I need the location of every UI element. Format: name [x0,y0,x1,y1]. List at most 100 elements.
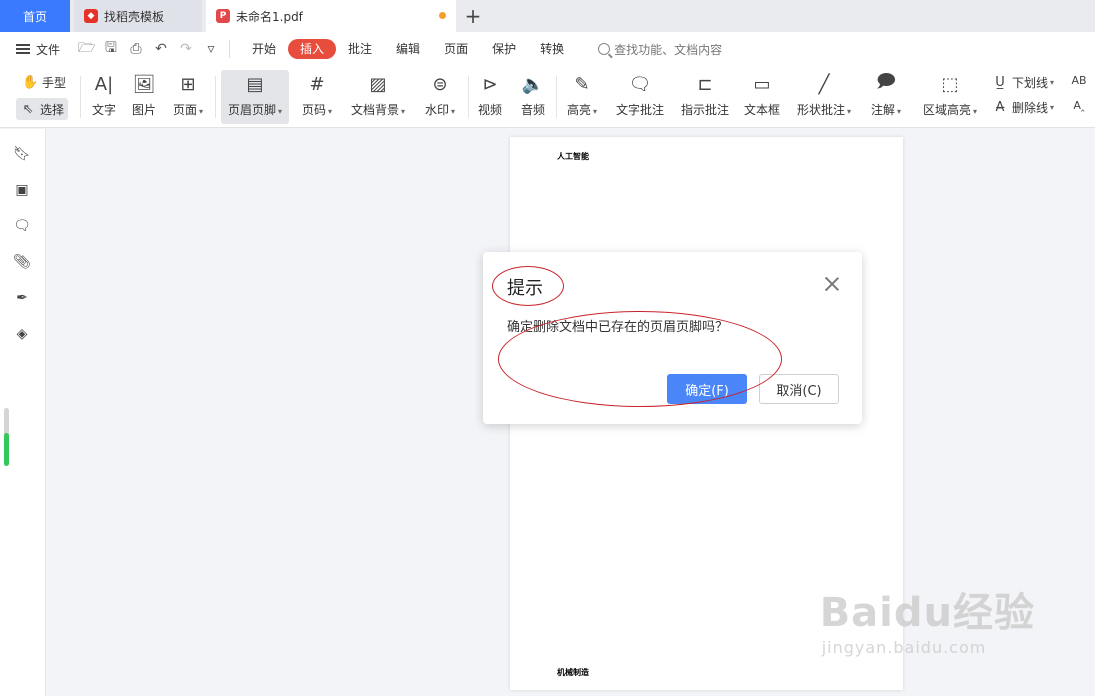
chevron-down-icon: ▾ [1050,103,1055,112]
area-highlight-label: 区域高亮 ▾ [923,102,977,120]
insert-text-button[interactable]: A| 文字 [90,70,118,124]
sidebar-scrollbar-thumb[interactable] [4,433,9,466]
chevron-down-icon: ▾ [897,107,902,116]
search-input[interactable]: 查找功能、文档内容 [598,41,722,58]
open-folder-icon[interactable]: 🗁 [78,37,95,61]
select-tool-button[interactable]: ⇖ 选择 [16,98,69,120]
line-shape-icon: ╱ [818,73,830,95]
area-highlight-icon: ⬚ [941,73,959,95]
insert-text-mark-button[interactable]: A‸ [1071,99,1091,112]
layers-icon[interactable]: ◈ [13,325,31,343]
customize-chevron-down-icon[interactable]: ▿ [203,41,219,57]
insert-page-button[interactable]: ⊞ 页面 ▾ [168,70,208,124]
hand-tool-label: 手型 [42,75,67,90]
strikethrough-label: 删除线 [1012,101,1049,115]
annotation-button[interactable]: 🗩 注解 ▾ [867,70,905,124]
thumbnail-image-icon[interactable]: ▣ [13,181,31,199]
document-background-label: 文档背景 ▾ [351,102,405,120]
undo-icon[interactable]: ↶ [153,41,169,57]
tab-template[interactable]: ◆ 找稻壳模板 [74,0,202,32]
strikethrough-icon: A̶ [995,100,1005,115]
menu-tab-page[interactable]: 页面 [432,39,480,59]
chevron-down-icon: ▾ [1050,78,1055,87]
insert-video-button[interactable]: ⊳ 视频 [476,70,504,124]
highlight-button[interactable]: ✎ 高亮 ▾ [563,70,601,124]
tab-home-label: 首页 [22,9,47,24]
menu-tab-insert[interactable]: 插入 [288,39,337,59]
hand-icon: ✋ [22,74,39,90]
select-tool-label: 选择 [40,102,65,117]
menu-divider [229,40,230,58]
file-menu-button[interactable]: 文件 [0,41,72,58]
bookmark-icon[interactable]: 🔖︎ [13,145,31,163]
text-icon: A| [94,73,114,95]
comment-icon[interactable]: 🗨 [13,217,31,235]
cancel-button[interactable]: 取消(C) [759,374,839,404]
menu-tab-start[interactable]: 开始 [240,39,288,59]
area-highlight-text: 区域高亮 [922,103,971,117]
pointer-comment-button[interactable]: ⊏ 指示批注 [679,70,731,124]
shape-comment-label: 形状批注 ▾ [797,102,851,120]
background-icon: ▨ [369,73,387,95]
hand-tool-button[interactable]: ✋ 手型 [20,73,68,91]
shape-comment-text: 形状批注 [796,103,845,117]
watermark-sub-text: jingyan.baidu.com [821,638,987,657]
ribbon-divider [215,76,216,118]
page-number-button[interactable]: # 页码 ▾ [296,70,338,124]
underline-icon: U̲ [995,75,1005,90]
add-page-icon: ⊞ [180,73,196,95]
insert-audio-button[interactable]: 🔈 音频 [519,70,547,124]
insert-page-label: 页面 ▾ [173,102,203,120]
tab-document[interactable]: P 未命名1.pdf [206,0,456,32]
document-background-button[interactable]: ▨ 文档背景 ▾ [346,70,410,124]
insert-image-button[interactable]: 🖼 图片 [130,70,158,124]
tab-template-label: 找稻壳模板 [104,9,165,24]
chevron-down-icon: ▾ [451,107,456,116]
ribbon-divider [468,76,469,118]
signature-icon[interactable]: ✒ [13,289,31,307]
ok-button[interactable]: 确定(F) [667,374,747,404]
header-footer-label: 页眉页脚 ▾ [228,102,282,120]
highlight-label: 高亮 ▾ [567,102,597,120]
watermark-label: 水印 ▾ [425,102,455,120]
note-icon: 🗩 [876,71,896,92]
insert-audio-label: 音频 [520,103,545,117]
tab-document-label: 未命名1.pdf [236,9,303,24]
left-sidebar: 🔖︎ ▣ 🗨 📎︎ ✒ ◈ [0,129,46,696]
pointer-comment-label: 指示批注 [680,103,729,117]
underline-button[interactable]: U̲ 下划线 ▾ [992,74,1054,91]
header-footer-icon: ▤ [246,73,264,95]
text-box-button[interactable]: ▭ 文本框 [742,70,782,124]
menu-tab-comment[interactable]: 批注 [336,39,384,59]
chevron-down-icon: ▾ [593,107,598,116]
print-icon[interactable]: ⎙ [128,41,144,57]
page-number-text: 页码 [301,103,326,117]
daoke-logo-icon: ◆ [84,9,98,23]
replace-text-button[interactable]: AB [1071,74,1091,87]
chevron-down-icon: ▾ [199,107,204,116]
tab-home[interactable]: 首页 [0,0,70,32]
page-footer-text: 机械制造 [557,667,589,677]
close-icon[interactable] [824,276,840,292]
text-comment-button[interactable]: 🗨 文字批注 [614,70,666,124]
page-header-text: 人工智能 [557,151,589,161]
menu-tab-edit[interactable]: 编辑 [384,39,432,59]
menu-tab-protect[interactable]: 保护 [480,39,528,59]
menu-tab-convert[interactable]: 转换 [528,39,576,59]
attachment-icon[interactable]: 📎︎ [13,253,31,271]
strikethrough-button[interactable]: A̶ 删除线 ▾ [992,99,1054,116]
area-highlight-button[interactable]: ⬚ 区域高亮 ▾ [918,70,982,124]
baidu-watermark: Baidu经验 jingyan.baidu.com [820,580,1035,657]
watermark-button[interactable]: ⊜ 水印 ▾ [420,70,460,124]
new-tab-button[interactable]: + [456,0,490,32]
dialog-title: 提示 [507,278,543,299]
chevron-down-icon: ▾ [328,107,333,116]
insert-image-label: 图片 [131,103,156,117]
dialog-message: 确定删除文档中已存在的页眉页脚吗？ [507,320,729,335]
header-footer-button[interactable]: ▤ 页眉页脚 ▾ [221,70,289,124]
speaker-icon: 🔈 [521,73,545,95]
redo-icon[interactable]: ↷ [178,41,194,57]
ribbon-divider [556,76,557,118]
save-icon[interactable]: 🖫 [103,37,119,61]
shape-comment-button[interactable]: ╱ 形状批注 ▾ [794,70,854,124]
